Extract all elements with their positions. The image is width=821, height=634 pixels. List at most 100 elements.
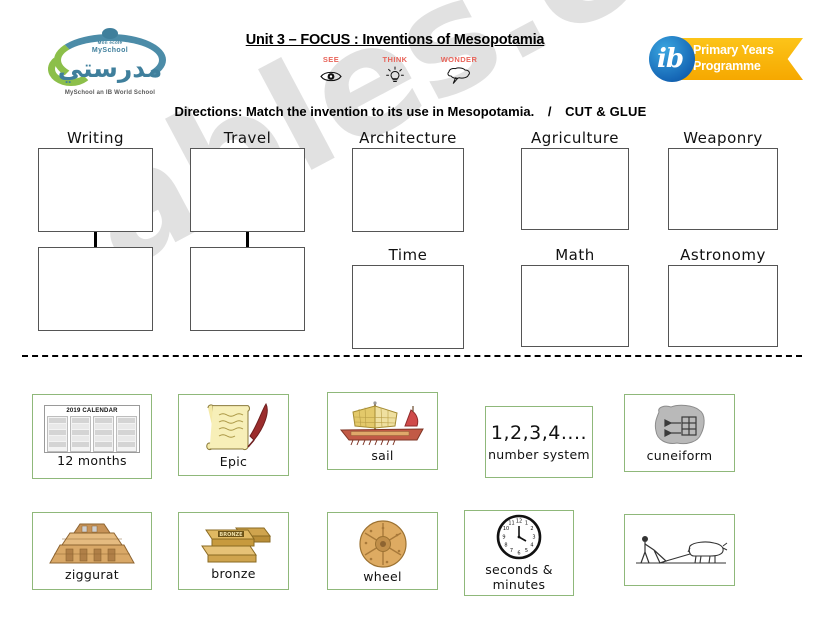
category-label-travel: Travel — [223, 129, 272, 147]
category-label-time: Time — [388, 246, 428, 264]
logo-dot-icon — [102, 28, 118, 39]
directions-text: Directions: Match the invention to its u… — [174, 104, 535, 119]
card-number-system[interactable]: 1,2,3,4.... number system — [485, 406, 593, 478]
see-label: SEE — [322, 55, 340, 64]
card-sail[interactable]: sail — [327, 392, 438, 470]
wheel-icon — [357, 519, 409, 569]
answer-box-writing-top[interactable] — [38, 148, 153, 232]
connector-writing — [94, 232, 97, 247]
category-column-weaponry: Weaponry — [668, 130, 778, 230]
category-column-travel: Travel — [190, 130, 305, 331]
category-label-math: Math — [555, 246, 595, 264]
school-logo-tagline: MySchool an IB World School — [64, 90, 156, 96]
card-label-epic: Epic — [219, 453, 248, 469]
category-label-agriculture: Agriculture — [531, 129, 619, 147]
answer-box-agriculture[interactable] — [521, 148, 629, 230]
eye-icon — [308, 66, 354, 86]
svg-text:12: 12 — [516, 519, 522, 525]
card-epic[interactable]: Epic — [178, 394, 289, 476]
page-header: Mon école MySchool مدرستي MySchool an IB… — [0, 0, 821, 96]
answer-box-math[interactable] — [521, 265, 629, 347]
category-column-writing: Writing — [38, 130, 153, 331]
sailing-ship-icon — [335, 400, 431, 448]
card-label-number-system: number system — [488, 447, 590, 462]
svg-text:6: 6 — [517, 551, 520, 557]
wonder-label: WONDER — [440, 55, 478, 64]
answer-box-travel-bottom[interactable] — [190, 247, 305, 331]
svg-text:8: 8 — [504, 543, 507, 549]
answer-box-astronomy[interactable] — [668, 265, 778, 347]
answer-box-weaponry[interactable] — [668, 148, 778, 230]
page-title: Unit 3 – FOCUS : Inventions of Mesopotam… — [245, 32, 545, 48]
category-column-math: Math — [521, 247, 629, 347]
bronze-bars-icon: BRONZE — [192, 522, 276, 566]
category-column-architecture: Architecture — [352, 130, 464, 232]
worksheet-page: ables.com Mon école MySchool مدرستي MySc… — [0, 0, 821, 634]
card-label-cuneiform: cuneiform — [646, 447, 713, 463]
card-label-seconds-minutes: seconds & minutes — [485, 562, 553, 592]
school-logo-arabic-name: مدرستي — [57, 54, 163, 83]
scroll-quill-icon — [196, 402, 272, 454]
svg-text:BRONZE: BRONZE — [219, 532, 243, 538]
category-label-architecture: Architecture — [359, 129, 457, 147]
answer-box-time[interactable] — [352, 265, 464, 349]
card-label-ziggurat: ziggurat — [65, 566, 119, 582]
card-wheel[interactable]: wheel — [327, 512, 438, 590]
card-cuneiform[interactable]: cuneiform — [624, 394, 735, 472]
ib-programme-logo: Primary Years Programme ib — [647, 36, 803, 82]
card-label-wheel: wheel — [363, 568, 402, 584]
answer-box-architecture[interactable] — [352, 148, 464, 232]
svg-text:2: 2 — [530, 526, 533, 532]
dashed-cut-line — [22, 355, 802, 357]
ib-banner-text: Primary Years Programme — [693, 42, 803, 74]
school-logo-english-name: MySchool — [91, 47, 129, 54]
thought-bubble-icon — [436, 66, 482, 86]
svg-text:4: 4 — [530, 543, 533, 549]
ziggurat-icon — [44, 521, 140, 567]
answer-box-travel-top[interactable] — [190, 148, 305, 232]
svg-text:3: 3 — [532, 535, 535, 541]
category-column-agriculture: Agriculture — [521, 130, 629, 230]
ib-banner-line2: Programme — [693, 59, 761, 73]
category-label-weaponry: Weaponry — [683, 129, 763, 147]
card-label-bronze: bronze — [211, 565, 256, 581]
thinking-routine-wonder: WONDER — [436, 55, 482, 86]
card-ziggurat[interactable]: ziggurat — [32, 512, 152, 590]
card-seconds-minutes[interactable]: 12 1 23 45 67 89 10 11 seconds & minutes — [464, 510, 574, 596]
answer-box-writing-bottom[interactable] — [38, 247, 153, 331]
school-logo-french-name: Mon école — [97, 40, 123, 45]
plow-oxen-icon — [632, 530, 728, 570]
title-block: Unit 3 – FOCUS : Inventions of Mesopotam… — [200, 32, 590, 86]
card-plow[interactable] — [624, 514, 735, 586]
numerals-text: 1,2,3,4.... — [490, 422, 588, 444]
clock-icon: 12 1 23 45 67 89 10 11 — [496, 514, 542, 560]
thinking-routine-see: SEE — [308, 55, 354, 86]
svg-text:10: 10 — [503, 526, 509, 532]
calendar-title: 2019 CALENDAR — [66, 408, 118, 414]
ib-mark-text: ib — [656, 44, 684, 74]
category-label-writing: Writing — [66, 129, 125, 147]
svg-text:9: 9 — [502, 535, 505, 541]
calendar-icon: 2019 CALENDAR — [44, 405, 140, 453]
category-grid: Writing Travel Architecture Time Agricul… — [0, 128, 821, 353]
thinking-routine-think: THINK — [372, 55, 418, 86]
card-12-months[interactable]: 2019 CALENDAR 12 months — [32, 394, 152, 479]
ib-banner-line1: Primary Years — [693, 43, 774, 57]
card-label-sail: sail — [371, 447, 394, 463]
connector-travel — [246, 232, 249, 247]
directions-line: Directions: Match the invention to its u… — [0, 104, 821, 119]
category-column-astronomy: Astronomy — [668, 247, 778, 347]
card-bronze[interactable]: BRONZE bronze — [178, 512, 289, 590]
svg-text:11: 11 — [508, 521, 514, 527]
school-logo: Mon école MySchool مدرستي MySchool an IB… — [44, 26, 176, 104]
category-column-time: Time — [352, 247, 464, 349]
svg-text:5: 5 — [525, 548, 528, 554]
lightbulb-icon — [372, 66, 418, 86]
svg-text:7: 7 — [510, 548, 513, 554]
category-label-astronomy: Astronomy — [680, 246, 766, 264]
thinking-routine: SEE THINK WONDER — [200, 55, 590, 86]
card-label-12-months: 12 months — [57, 453, 127, 468]
clay-tablet-icon — [651, 404, 709, 448]
think-label: THINK — [382, 55, 408, 64]
cut-and-glue-label: CUT & GLUE — [565, 104, 647, 119]
